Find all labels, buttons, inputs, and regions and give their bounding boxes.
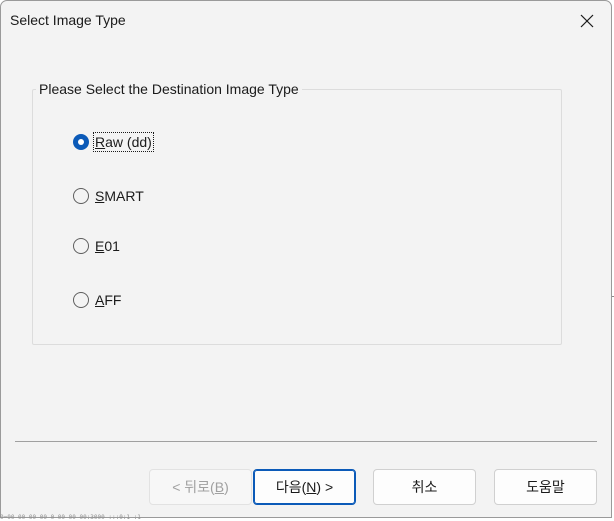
close-button[interactable] (565, 1, 611, 41)
back-button-mnemonic: B (214, 479, 225, 495)
radio-e01[interactable]: E01 (73, 235, 121, 257)
radio-aff[interactable]: AFF (73, 289, 122, 311)
next-button-suffix: ) > (316, 479, 334, 495)
radio-label-smart[interactable]: SMART (94, 187, 145, 205)
radio-label-text: MART (104, 188, 144, 204)
next-button-mnemonic: N (306, 479, 317, 495)
dialog-title: Select Image Type (10, 12, 126, 28)
radio-label-text: aw (dd) (105, 134, 152, 150)
next-button[interactable]: 다음(N) > (253, 469, 356, 505)
footer-divider (15, 441, 597, 442)
back-button[interactable]: < 뒤로(B) (149, 469, 252, 505)
radio-label-aff[interactable]: AFF (94, 291, 122, 309)
groupbox-legend: Please Select the Destination Image Type (36, 81, 302, 97)
radio-indicator-checked[interactable] (73, 134, 89, 150)
help-button[interactable]: 도움말 (494, 469, 597, 505)
back-button-label: < 뒤로( (172, 479, 215, 495)
background-status-text: 0=00 00 00 00 0 00 00 00:3000 :::0:1 :1 (0, 514, 141, 521)
cancel-button-label: 취소 (411, 479, 438, 495)
next-button-label: 다음( (275, 479, 307, 495)
mnemonic-s: S (95, 188, 105, 204)
mnemonic-r: R (95, 134, 106, 150)
back-button-suffix: ) (224, 479, 229, 495)
cancel-button[interactable]: 취소 (373, 469, 476, 505)
title-bar[interactable]: Select Image Type (1, 1, 611, 41)
mnemonic-e: E (95, 238, 105, 254)
mnemonic-a: A (95, 292, 105, 308)
radio-label-text: FF (104, 292, 122, 308)
radio-raw-dd[interactable]: Raw (dd) (73, 131, 154, 153)
radio-smart[interactable]: SMART (73, 185, 145, 207)
radio-label-e01[interactable]: E01 (94, 237, 121, 255)
radio-label-raw-dd[interactable]: Raw (dd) (93, 132, 154, 152)
radio-indicator[interactable] (73, 292, 89, 308)
help-button-label: 도움말 (526, 479, 565, 495)
radio-label-text: 01 (104, 238, 120, 254)
select-image-type-dialog: Select Image Type Please Select the Dest… (0, 0, 612, 518)
radio-indicator[interactable] (73, 188, 89, 204)
radio-indicator[interactable] (73, 238, 89, 254)
close-icon (580, 14, 594, 28)
